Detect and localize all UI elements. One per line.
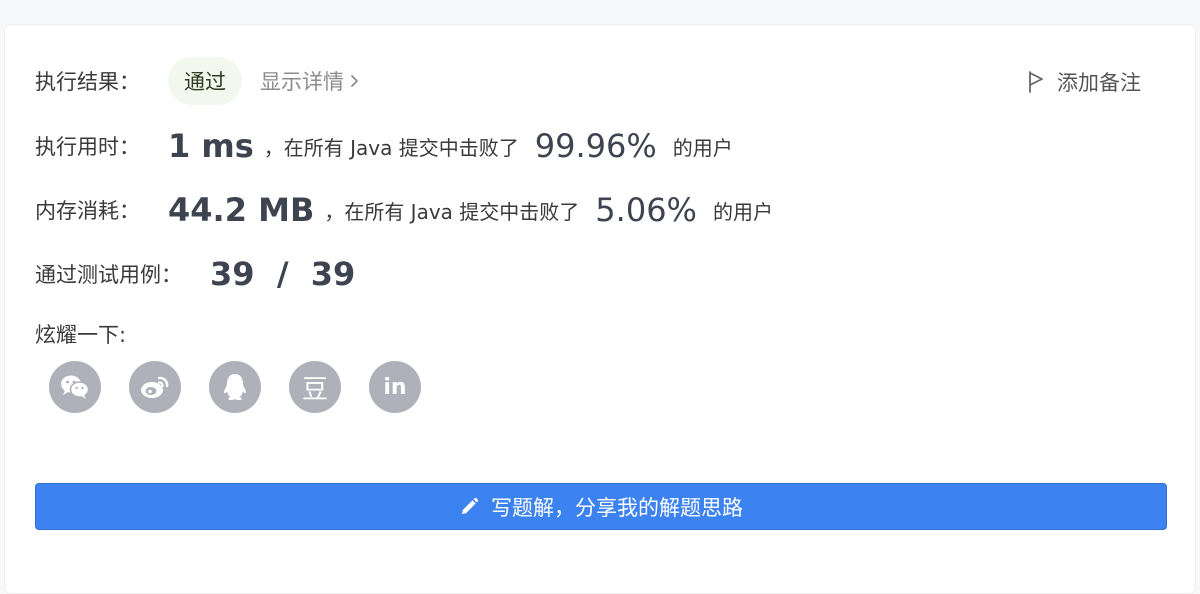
tests-label: 通过测试用例：	[35, 263, 182, 287]
chevron-right-icon	[351, 75, 358, 87]
memory-percent: 5.06%	[595, 191, 697, 229]
share-weibo-button[interactable]	[129, 361, 181, 413]
tests-row: 通过测试用例： 39 / 39	[35, 255, 355, 293]
douban-icon: 豆	[301, 374, 328, 405]
share-label: 炫耀一下:	[35, 323, 127, 347]
result-label: 执行结果：	[35, 70, 140, 94]
wechat-icon	[61, 375, 90, 399]
show-details-label: 显示详情	[260, 70, 344, 94]
runtime-beat-text: ，在所有 Java 提交中击败了	[263, 135, 519, 160]
write-solution-button[interactable]: 写题解，分享我的解题思路	[35, 483, 1167, 530]
runtime-percent: 99.96%	[534, 127, 657, 165]
share-row: 炫耀一下:	[35, 319, 126, 349]
share-douban-button[interactable]: 豆	[289, 361, 341, 413]
memory-beat-text: ，在所有 Java 提交中击败了	[324, 199, 580, 224]
share-qq-button[interactable]	[209, 361, 261, 413]
runtime-label: 执行用时：	[35, 135, 140, 159]
runtime-row: 执行用时： 1 ms ，在所有 Java 提交中击败了 99.96% 的用户	[35, 127, 733, 165]
add-note-label: 添加备注	[1057, 71, 1141, 95]
qq-icon	[224, 374, 246, 401]
share-linkedin-button[interactable]: in	[369, 361, 421, 413]
memory-value: 44.2 MB	[168, 191, 315, 229]
pencil-icon	[462, 497, 479, 514]
submission-result-card: 执行结果： 通过 显示详情 添加备注 执行用时： 1 ms ，在所有 Java …	[4, 24, 1196, 594]
share-icons: 豆 in	[49, 361, 449, 413]
status-badge: 通过	[168, 57, 242, 105]
write-solution-label: 写题解，分享我的解题思路	[491, 495, 743, 520]
memory-label: 内存消耗：	[35, 199, 140, 223]
runtime-suffix: 的用户	[672, 135, 733, 160]
tests-value: 39 / 39	[210, 255, 356, 293]
linkedin-icon: in	[383, 374, 407, 400]
result-row: 执行结果： 通过 显示详情	[35, 57, 359, 105]
memory-row: 内存消耗： 44.2 MB ，在所有 Java 提交中击败了 5.06% 的用户	[35, 191, 773, 229]
add-note-button[interactable]: 添加备注	[1027, 67, 1141, 97]
memory-suffix: 的用户	[712, 199, 773, 224]
show-details-link[interactable]: 显示详情	[260, 66, 359, 96]
flag-icon	[1029, 71, 1043, 93]
share-wechat-button[interactable]	[49, 361, 101, 413]
weibo-icon	[141, 376, 169, 398]
runtime-value: 1 ms	[168, 127, 254, 165]
